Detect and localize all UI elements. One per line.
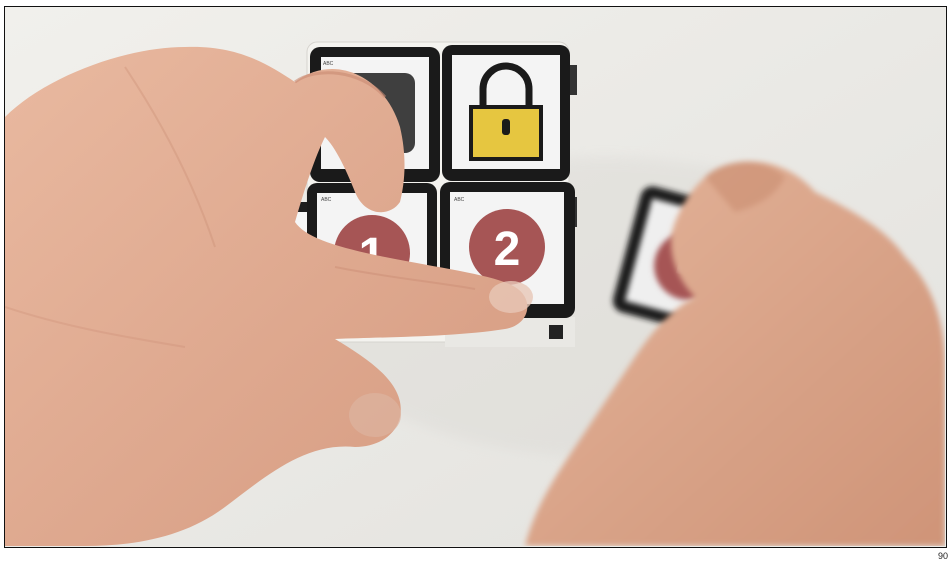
cube-2-number: 2: [494, 223, 521, 276]
svg-text:ABC: ABC: [454, 197, 465, 203]
svg-text:ABC: ABC: [321, 197, 332, 203]
photo-illustration: ABC ABC 1 ABC 2: [5, 7, 945, 546]
page-number: 90: [937, 551, 948, 561]
fingernail: [489, 281, 533, 313]
lock-cube: [442, 45, 570, 181]
svg-text:ABC: ABC: [323, 61, 334, 67]
photo-frame: ABC ABC 1 ABC 2: [4, 6, 947, 548]
cube-connector: [549, 325, 563, 339]
